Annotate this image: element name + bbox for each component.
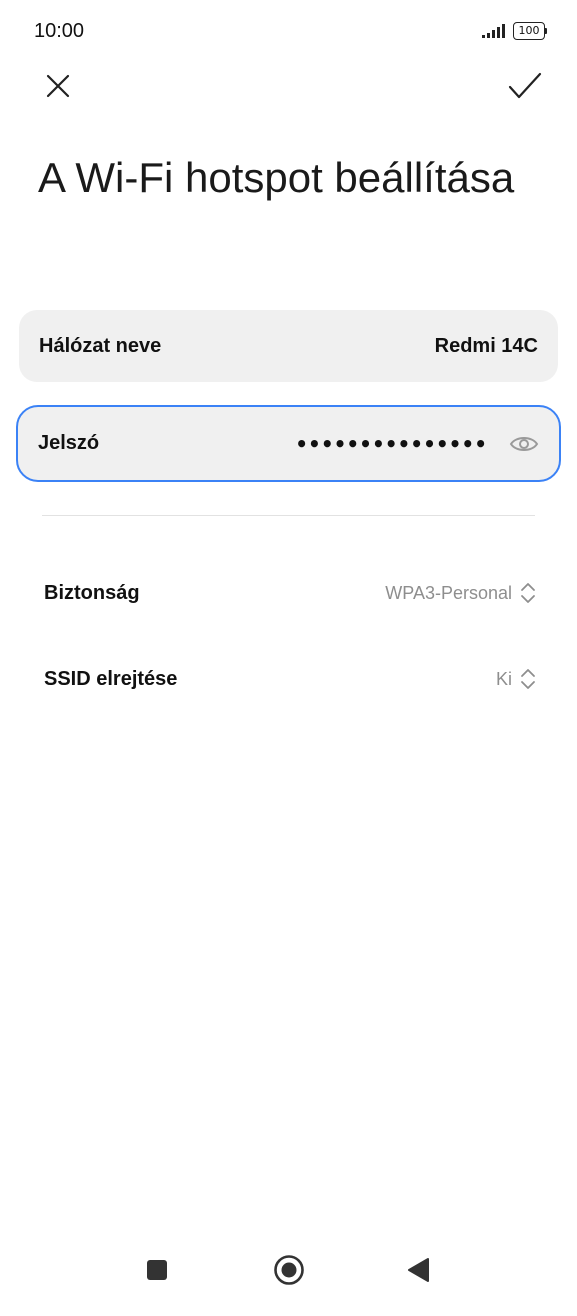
recents-button[interactable] (137, 1250, 177, 1290)
status-bar: 10:00 100 (0, 0, 577, 64)
square-icon (147, 1260, 167, 1280)
signal-icon (482, 24, 505, 38)
chevron-up-down-icon (520, 582, 536, 604)
home-button[interactable] (269, 1250, 309, 1290)
divider (42, 515, 535, 516)
battery-tip (545, 28, 547, 34)
navigation-bar (0, 1240, 577, 1300)
battery-level: 100 (513, 22, 545, 40)
password-field[interactable]: Jelszó (16, 405, 561, 482)
status-icons: 100 (481, 22, 547, 40)
triangle-back-icon (408, 1258, 429, 1282)
hide-ssid-value: Ki (495, 668, 512, 689)
password-input[interactable] (287, 431, 487, 456)
security-setting[interactable]: Biztonság WPA3-Personal (44, 571, 536, 615)
hide-ssid-label: SSID elrejtése (44, 667, 178, 690)
hide-ssid-setting[interactable]: SSID elrejtése Ki (44, 657, 536, 701)
security-label: Biztonság (44, 581, 140, 604)
chevron-up-down-icon (520, 668, 536, 690)
check-icon (508, 72, 542, 99)
network-name-value[interactable]: Redmi 14C (435, 335, 538, 358)
close-icon (46, 74, 70, 98)
status-time: 10:00 (34, 20, 85, 42)
password-label: Jelszó (38, 432, 100, 454)
network-name-label: Hálózat neve (39, 334, 162, 357)
circle-icon (274, 1255, 304, 1285)
eye-icon (509, 436, 539, 451)
confirm-button[interactable] (505, 66, 545, 106)
page-title: A Wi-Fi hotspot beállítása (38, 154, 515, 201)
close-button[interactable] (38, 66, 78, 106)
back-button[interactable] (398, 1250, 438, 1290)
battery-icon: 100 (513, 22, 547, 40)
network-name-field[interactable]: Hálózat neve Redmi 14C (19, 310, 558, 382)
show-password-button[interactable] (509, 434, 539, 454)
security-value: WPA3-Personal (385, 582, 512, 603)
